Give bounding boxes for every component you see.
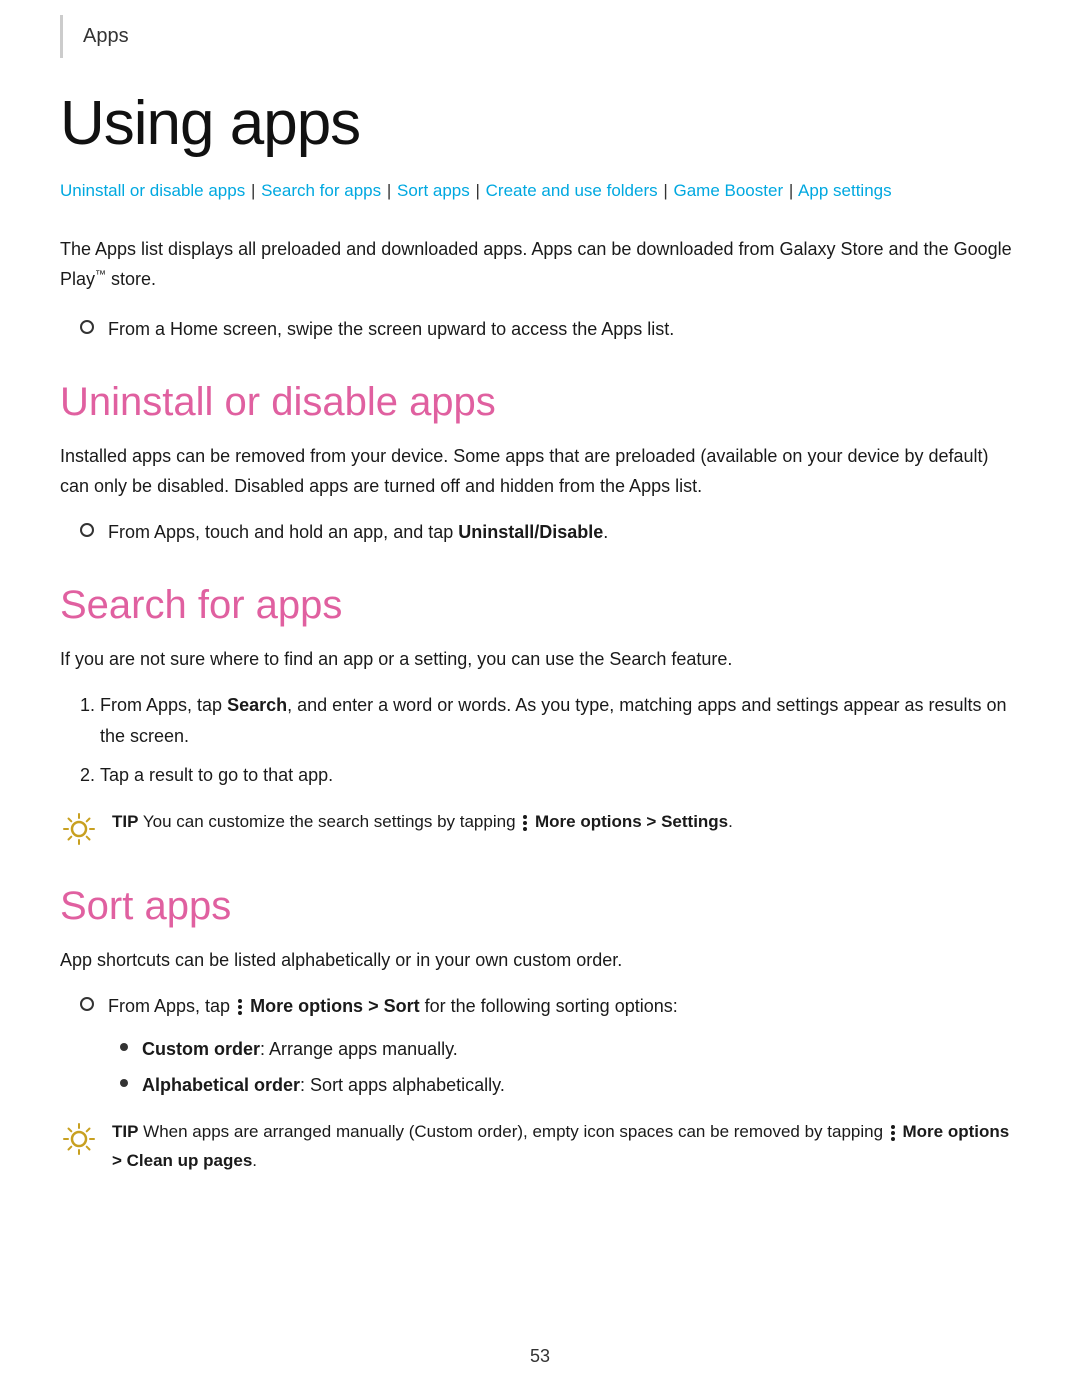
toc-separator-3: | — [471, 181, 480, 200]
three-dots-icon-2 — [238, 999, 242, 1015]
search-bold-1: Search — [227, 695, 287, 715]
sort-sub-bullets: Custom order: Arrange apps manually. Alp… — [120, 1035, 1020, 1101]
toc-link-sort[interactable]: Sort apps — [397, 181, 470, 200]
toc-link-search[interactable]: Search for apps — [261, 181, 381, 200]
toc-link-uninstall[interactable]: Uninstall or disable apps — [60, 181, 245, 200]
intro-bullet-text: From a Home screen, swipe the screen upw… — [108, 315, 674, 344]
toc-separator-4: | — [659, 181, 668, 200]
toc-links: Uninstall or disable apps | Search for a… — [60, 177, 1020, 206]
bullet-circle-icon-3 — [80, 997, 94, 1011]
search-tip-label: TIP — [112, 812, 138, 831]
uninstall-bullet: From Apps, touch and hold an app, and ta… — [80, 518, 1020, 547]
page-title: Using apps — [60, 88, 1020, 159]
sub-bullet-dot-2 — [120, 1079, 128, 1087]
sort-bullet: From Apps, tap More options > Sort for t… — [80, 992, 1020, 1021]
sort-tip-bold: More options > Clean up pages — [112, 1122, 1009, 1170]
page-number: 53 — [0, 1326, 1080, 1397]
page-container: Apps Using apps Uninstall or disable app… — [0, 0, 1080, 1397]
breadcrumb-label: Apps — [83, 25, 129, 47]
sort-custom-order-bold: Custom order — [142, 1039, 260, 1059]
sort-tip-label: TIP — [112, 1122, 138, 1141]
intro-paragraph: The Apps list displays all preloaded and… — [60, 234, 1020, 295]
toc-link-appsettings[interactable]: App settings — [798, 181, 892, 200]
sub-bullet-dot-1 — [120, 1043, 128, 1051]
uninstall-bold: Uninstall/Disable — [458, 522, 603, 542]
toc-separator-1: | — [246, 181, 255, 200]
sort-sub-bullet-1: Custom order: Arrange apps manually. — [120, 1035, 1020, 1064]
sort-bold-options: More options > Sort — [250, 996, 420, 1016]
toc-link-gamebooster[interactable]: Game Booster — [674, 181, 784, 200]
three-dots-icon-3 — [891, 1125, 895, 1141]
intro-bullet: From a Home screen, swipe the screen upw… — [80, 315, 1020, 344]
tip-icon-search — [60, 810, 98, 848]
tip-icon-sort — [60, 1120, 98, 1158]
search-tip-box: TIP You can customize the search setting… — [60, 808, 1020, 848]
section-heading-search: Search for apps — [60, 583, 1020, 628]
sort-body: App shortcuts can be listed alphabetical… — [60, 945, 1020, 976]
sort-alpha-order-text: Alphabetical order: Sort apps alphabetic… — [142, 1071, 505, 1100]
uninstall-bullet-text: From Apps, touch and hold an app, and ta… — [108, 518, 608, 547]
toc-link-folders[interactable]: Create and use folders — [486, 181, 658, 200]
three-dots-icon-1 — [523, 815, 527, 831]
bullet-circle-icon — [80, 320, 94, 334]
section-heading-sort: Sort apps — [60, 884, 1020, 929]
content-area: Using apps Uninstall or disable apps | S… — [0, 58, 1080, 1326]
sort-custom-order-text: Custom order: Arrange apps manually. — [142, 1035, 458, 1064]
search-tip-text: TIP You can customize the search setting… — [112, 808, 733, 837]
search-body: If you are not sure where to find an app… — [60, 644, 1020, 675]
sort-sub-bullet-2: Alphabetical order: Sort apps alphabetic… — [120, 1071, 1020, 1100]
search-numbered-list: From Apps, tap Search, and enter a word … — [100, 690, 1020, 790]
section-heading-uninstall: Uninstall or disable apps — [60, 380, 1020, 425]
bullet-circle-icon-2 — [80, 523, 94, 537]
sort-tip-box: TIP When apps are arranged manually (Cus… — [60, 1118, 1020, 1176]
breadcrumb: Apps — [60, 15, 1020, 58]
toc-separator-5: | — [784, 181, 793, 200]
search-tip-bold: More options > Settings — [535, 812, 728, 831]
toc-separator-2: | — [382, 181, 391, 200]
sort-alpha-order-bold: Alphabetical order — [142, 1075, 300, 1095]
search-step-2: Tap a result to go to that app. — [100, 760, 1020, 791]
sort-bullet-text: From Apps, tap More options > Sort for t… — [108, 992, 678, 1021]
sort-tip-text: TIP When apps are arranged manually (Cus… — [112, 1118, 1020, 1176]
search-step-1: From Apps, tap Search, and enter a word … — [100, 690, 1020, 751]
uninstall-body: Installed apps can be removed from your … — [60, 441, 1020, 502]
